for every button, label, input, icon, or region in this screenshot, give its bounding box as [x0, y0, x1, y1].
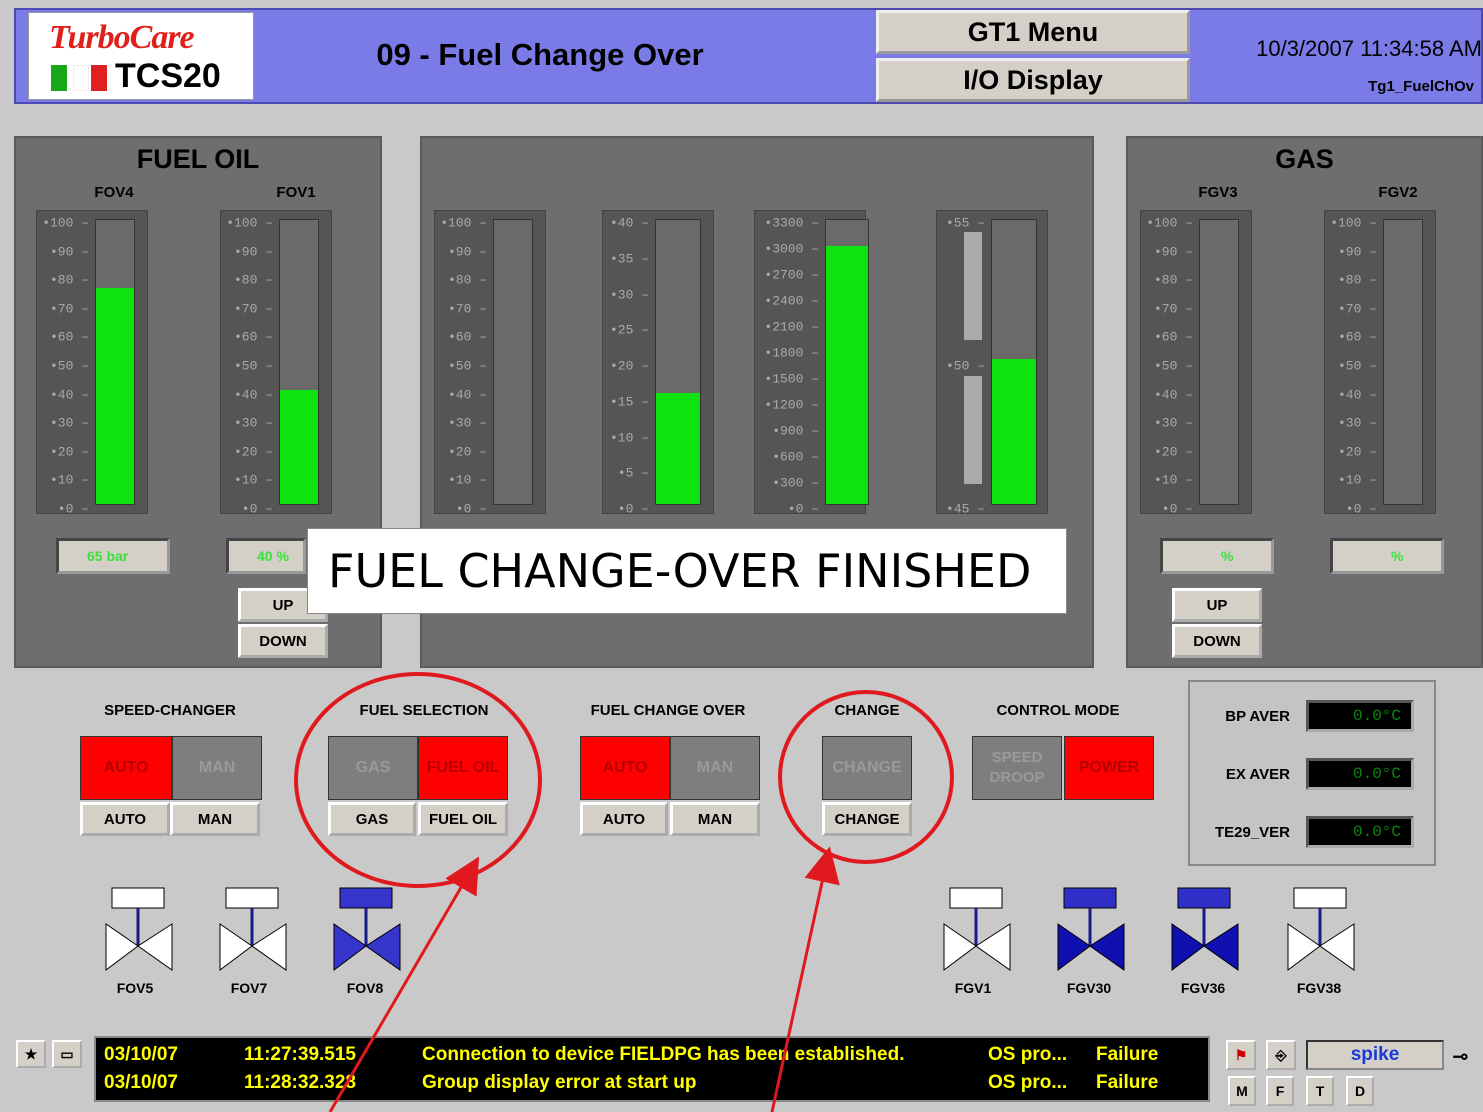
annotation-arrows [328, 846, 840, 1112]
annotation-arrow-change [770, 846, 840, 1112]
annotation-arrow-fuel-selection [328, 856, 480, 1112]
